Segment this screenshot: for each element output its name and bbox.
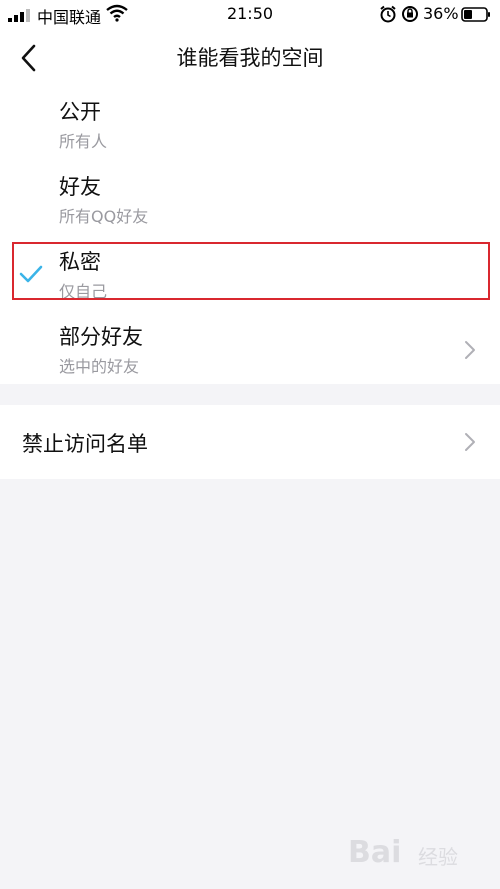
watermark-logo: Bai [348, 835, 402, 870]
chevron-right-icon [465, 341, 475, 359]
battery-icon [461, 7, 490, 22]
deny-list-label: 禁止访问名单 [22, 432, 148, 456]
option-private[interactable]: 私密 仅自己 [0, 238, 500, 312]
option-subtitle: 所有QQ好友 [59, 207, 149, 226]
watermark-text: 经验 [418, 845, 458, 869]
battery-percent: 36% [423, 4, 459, 23]
alarm-icon [380, 5, 396, 23]
option-subtitle: 仅自己 [59, 282, 108, 301]
option-some-friends[interactable]: 部分好友 选中的好友 [0, 313, 500, 387]
option-title: 公开 [59, 100, 101, 124]
rotation-lock-icon [402, 6, 418, 22]
deny-list-row[interactable]: 禁止访问名单 [0, 405, 500, 479]
option-subtitle: 选中的好友 [59, 357, 140, 376]
option-subtitle: 所有人 [59, 132, 108, 151]
baidu-jingyan-watermark: Bai 经验 [348, 835, 478, 875]
option-title: 私密 [59, 250, 101, 274]
option-title: 部分好友 [59, 325, 143, 349]
chevron-right-icon [465, 433, 475, 451]
visibility-options: 公开 所有人 好友 所有QQ好友 私密 仅自己 部分好友 选中的好友 [0, 88, 500, 384]
option-friends[interactable]: 好友 所有QQ好友 [0, 163, 500, 237]
checkmark-icon [19, 265, 43, 283]
nav-bar: 谁能看我的空间 [0, 28, 500, 88]
option-public[interactable]: 公开 所有人 [0, 88, 500, 162]
page-title: 谁能看我的空间 [176, 46, 324, 70]
status-bar: 中国联通 21:50 36% [0, 0, 500, 28]
option-title: 好友 [59, 175, 101, 199]
